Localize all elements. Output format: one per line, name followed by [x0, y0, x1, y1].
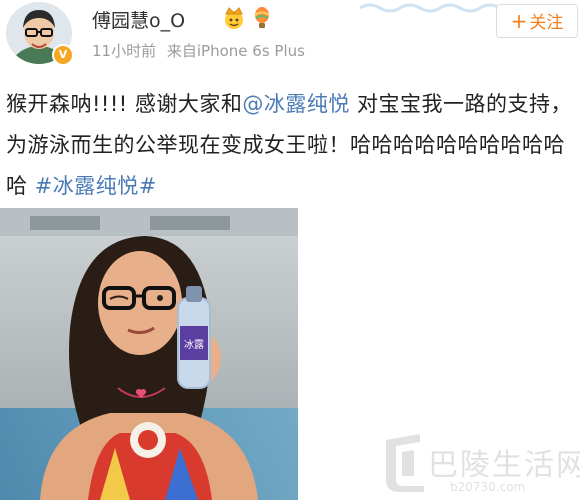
follow-label: 关注	[529, 13, 564, 33]
crown-emoji-icon	[225, 7, 243, 29]
post-text-part1: 猴开森呐!!!! 感谢大家和	[6, 92, 243, 116]
watermark-url: b20730.com	[450, 480, 526, 494]
hashtag-link[interactable]: #冰露纯悦#	[35, 174, 157, 198]
username[interactable]: 傅园慧o_O	[92, 6, 185, 33]
mention-link[interactable]: @冰露纯悦	[242, 92, 350, 116]
watermark-text: 巴陵生活网	[428, 448, 580, 483]
post-source[interactable]: 来自iPhone 6s Plus	[167, 42, 305, 60]
post-text: 猴开森呐!!!! 感谢大家和@冰露纯悦 对宝宝我一路的支持，为游泳而生的公举现在…	[6, 84, 578, 207]
post-photo[interactable]: 冰露	[0, 208, 298, 500]
watermark: 巴陵生活网 b20730.com	[380, 430, 580, 500]
plus-icon: +	[510, 9, 528, 33]
post-time: 11小时前	[92, 42, 157, 60]
bottle-label: 冰露	[184, 338, 204, 351]
verified-badge-icon: V	[52, 44, 74, 66]
watermark-logo-icon	[386, 434, 424, 492]
balloon-emoji-icon	[254, 7, 270, 28]
post-header: V 傅园慧o_O 11小时前 来自iPhone 6s Plus + 关注	[0, 0, 580, 70]
post-meta: 11小时前 来自iPhone 6s Plus	[92, 40, 311, 61]
follow-button[interactable]: + 关注	[496, 4, 578, 38]
